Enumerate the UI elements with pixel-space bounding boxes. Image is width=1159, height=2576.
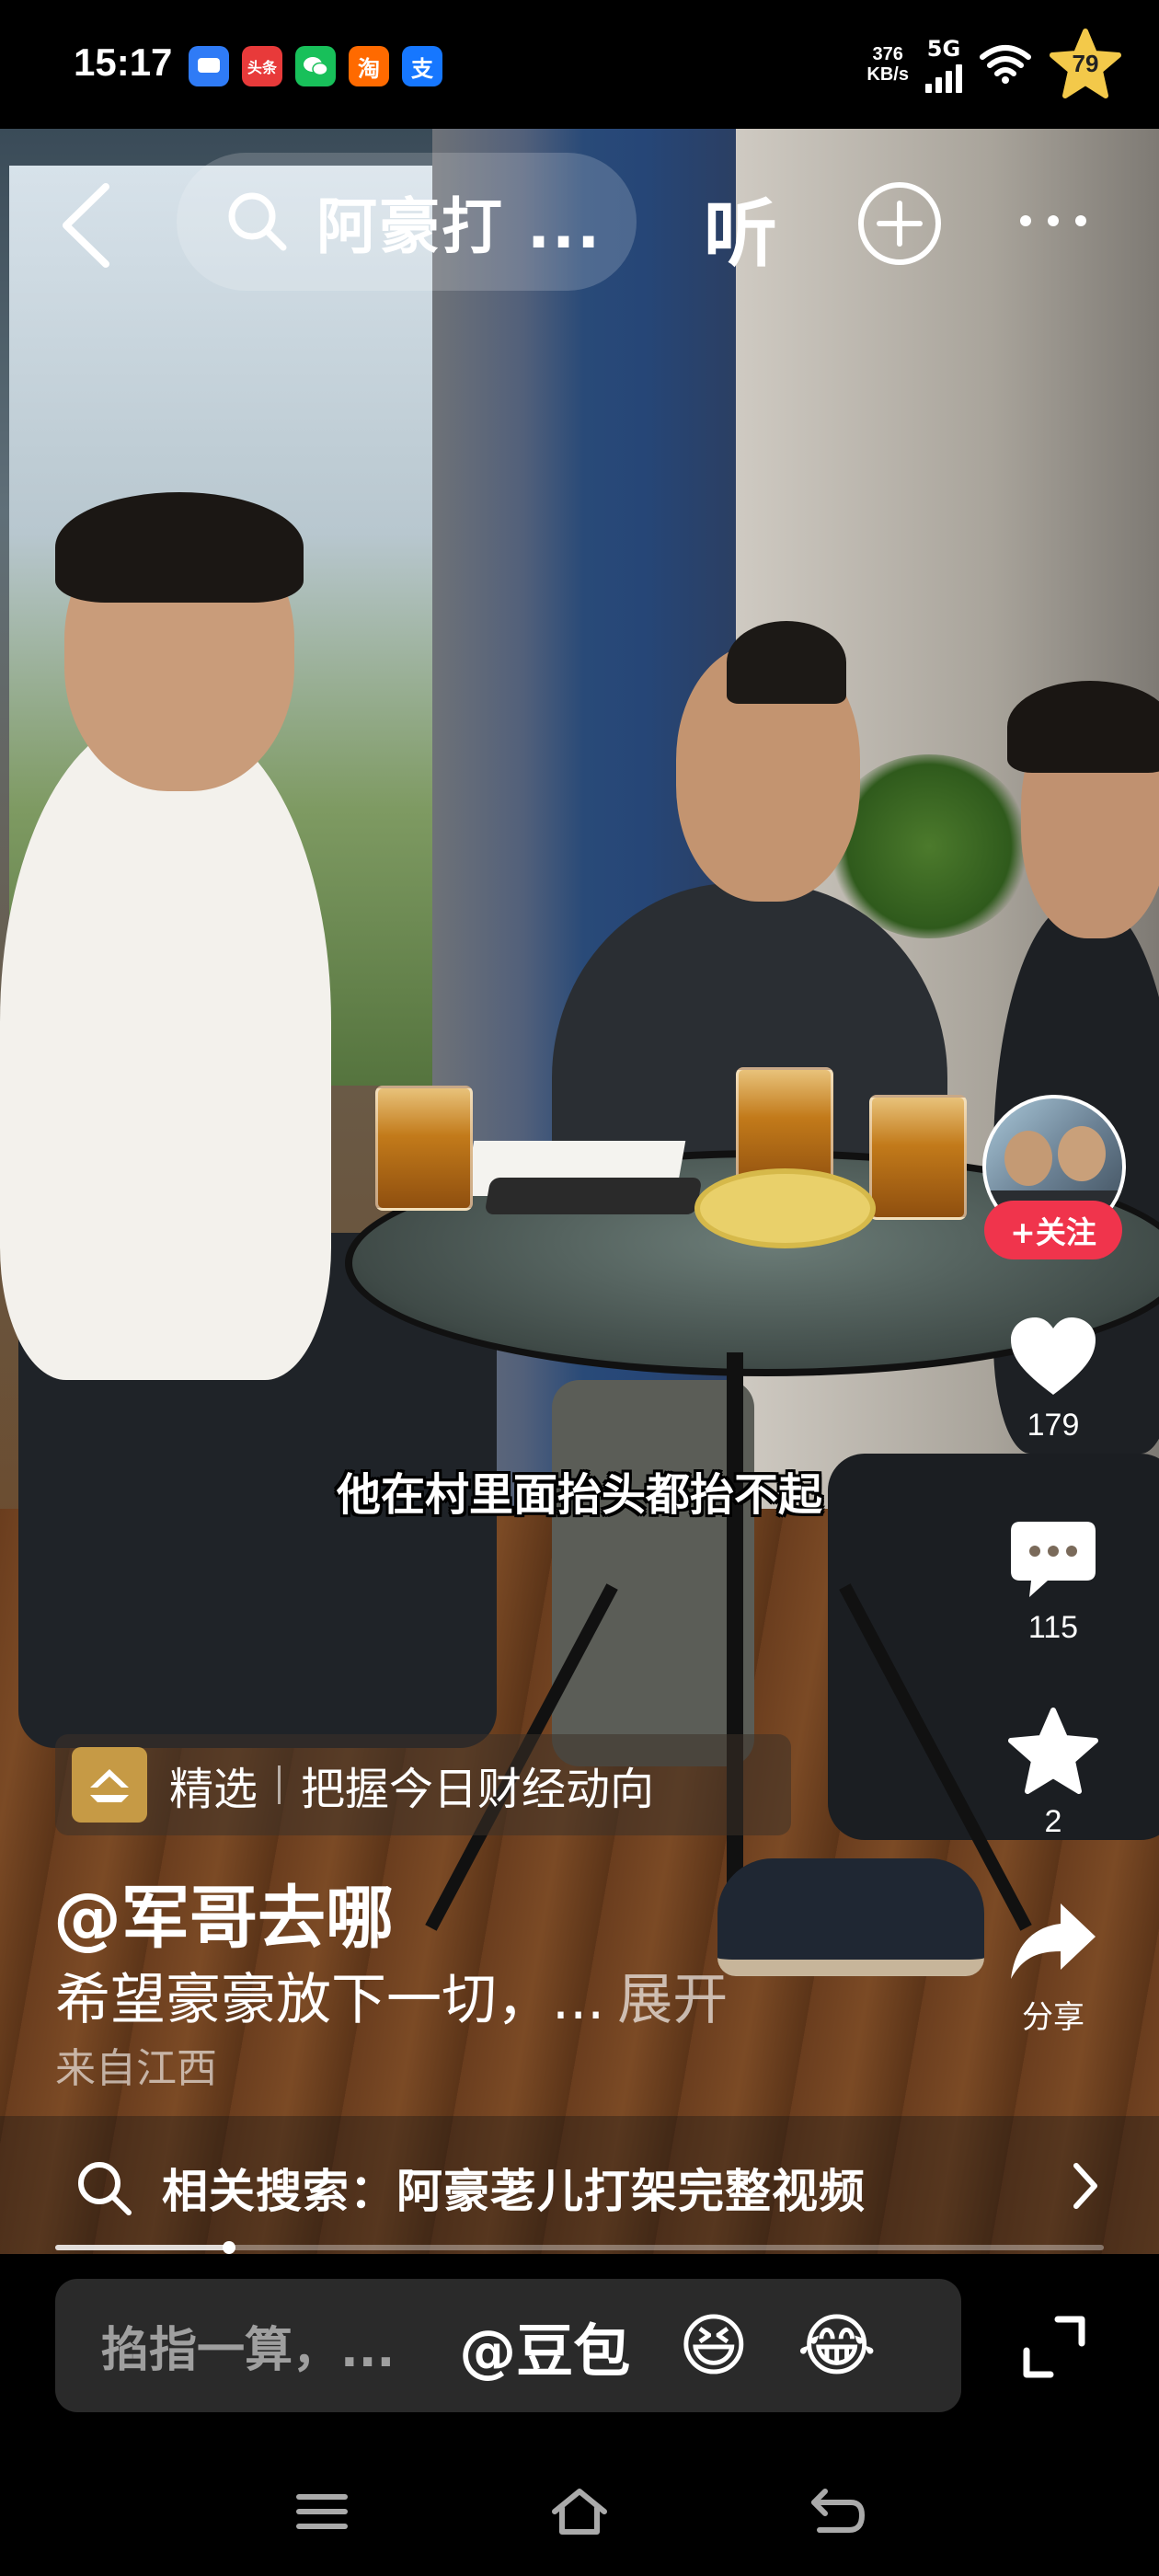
expand-link[interactable]: 展开 [617, 1968, 728, 2032]
tag-text: 把握今日财经动向 [301, 1764, 655, 1815]
taobao-icon: 淘 [349, 46, 389, 86]
comment-button[interactable]: 115 [1003, 1518, 1104, 1646]
laugh-emoji-button[interactable]: 😆 [678, 2306, 749, 2386]
video-description[interactable]: 希望豪豪放下一切，... 展开 [55, 1955, 728, 2035]
status-bar: 15:17 头条 淘 支 376 KB/s 5G 79 [0, 0, 1159, 129]
search-icon [78, 2162, 132, 2215]
avatar-face [1004, 1131, 1052, 1186]
author-name[interactable]: @军哥去哪 [53, 1863, 394, 1961]
notification-app-icons: 头条 淘 支 [189, 46, 442, 86]
network-speed: 376 KB/s [866, 44, 909, 85]
star-icon [1008, 1708, 1098, 1794]
wechat-icon [295, 46, 336, 86]
like-button[interactable]: 179 [1003, 1316, 1104, 1443]
favorite-button[interactable]: 2 [1003, 1707, 1104, 1840]
video-subtitle: 他在村里面抬头都抬不起 [0, 1458, 1159, 1523]
fullscreen-icon[interactable] [1021, 2314, 1087, 2380]
status-time: 15:17 [74, 40, 173, 84]
subtitle-text: 他在村里面抬头都抬不起 [336, 1469, 822, 1521]
signal-bars-icon [925, 62, 962, 93]
person-left [0, 718, 331, 1380]
toutiao-icon: 头条 [242, 46, 282, 86]
comment-icon [1011, 1522, 1096, 1597]
person-center-legs [552, 1380, 754, 1766]
battery-indicator: 79 [1049, 28, 1122, 101]
chevron-right-icon [1073, 2163, 1097, 2209]
scene-tea-glass [869, 1095, 967, 1220]
comment-input[interactable]: 掐指一算，... @豆包 😆 😂 [55, 2279, 961, 2412]
alipay-icon: 支 [402, 46, 442, 86]
speed-value: 376 [872, 44, 903, 64]
person-right-hair [1007, 681, 1159, 773]
menu-icon[interactable] [290, 2484, 354, 2539]
search-bar[interactable]: 阿豪打 ... [177, 153, 637, 291]
share-icon [1011, 1903, 1096, 1979]
back-nav-icon[interactable] [805, 2484, 869, 2539]
like-count: 179 [1027, 1408, 1080, 1443]
tag-divider [278, 1765, 281, 1804]
person-center-hair [727, 621, 846, 704]
system-nav-bar [0, 2433, 1159, 2576]
topic-tag[interactable]: 精选 把握今日财经动向 [55, 1734, 791, 1835]
search-icon [228, 192, 287, 251]
home-icon[interactable] [547, 2484, 612, 2539]
progress-fill [55, 2245, 230, 2250]
location-label: 来自江西 [55, 2045, 217, 2092]
share-button[interactable]: 分享 [1003, 1900, 1104, 2037]
back-icon[interactable] [55, 179, 120, 271]
person-left-hair [55, 492, 304, 603]
favorite-count: 2 [1044, 1804, 1062, 1839]
comment-count: 115 [1027, 1610, 1079, 1645]
tag-label: 精选 [169, 1764, 258, 1815]
network-type: 5G [926, 36, 961, 62]
share-label: 分享 [1022, 2000, 1084, 2035]
battery-level: 79 [1072, 50, 1099, 77]
add-icon[interactable] [855, 179, 944, 268]
speed-unit: KB/s [866, 64, 909, 85]
search-query: 阿豪打 ... [316, 191, 602, 262]
tears-emoji-button[interactable]: 😂 [797, 2306, 876, 2386]
description-text: 希望豪豪放下一切，... [55, 1968, 605, 2032]
related-search-text: 相关搜索：阿豪荖儿打架完整视频 [162, 2165, 866, 2218]
scene-tea-glass [375, 1086, 473, 1211]
more-icon[interactable] [1016, 184, 1090, 258]
comment-bar: 掐指一算，... @豆包 😆 😂 [0, 2259, 1159, 2433]
scene-phone [484, 1178, 703, 1214]
video-progress-bar[interactable] [55, 2241, 1104, 2254]
follow-button[interactable]: +关注 [984, 1201, 1122, 1259]
mention-doubao-button[interactable]: @豆包 [459, 2305, 630, 2387]
avatar-face [1058, 1126, 1106, 1181]
finance-logo-icon [72, 1747, 147, 1823]
comment-placeholder: 掐指一算，... [101, 2323, 396, 2378]
related-search: 相关搜索：阿豪荖儿打架完整视频 [74, 2155, 866, 2221]
wifi-icon [980, 45, 1031, 84]
listen-button[interactable]: 听 [704, 175, 777, 282]
scene-ring [694, 1168, 876, 1248]
message-icon [189, 46, 229, 86]
status-right: 376 KB/s 5G 79 [866, 28, 1122, 101]
scene-shoe [717, 1858, 984, 1976]
cellular-signal: 5G [925, 36, 962, 93]
related-search-bar[interactable]: 相关搜索：阿豪荖儿打架完整视频 [0, 2116, 1159, 2254]
heart-icon [1011, 1317, 1096, 1395]
